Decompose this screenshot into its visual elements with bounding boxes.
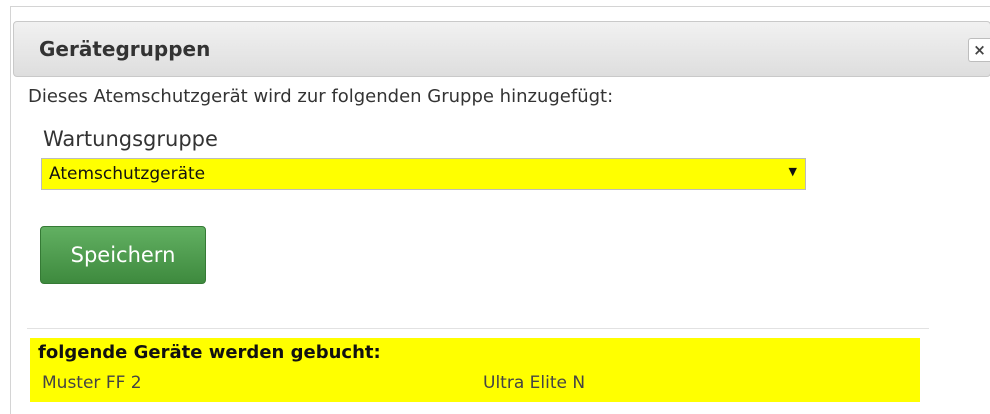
booking-heading: folgende Geräte werden gebucht:	[38, 342, 381, 363]
booking-section: folgende Geräte werden gebucht: Muster F…	[30, 338, 920, 402]
group-select-value: Atemschutzgeräte	[49, 164, 206, 184]
close-button[interactable]: ×	[968, 38, 990, 62]
intro-text: Dieses Atemschutzgerät wird zur folgende…	[28, 86, 614, 107]
dialog-title: Gerätegruppen	[39, 37, 211, 61]
divider	[27, 328, 929, 329]
chevron-down-icon: ▼	[788, 165, 797, 178]
dialog-titlebar: Gerätegruppen ×	[13, 21, 990, 77]
close-icon: ×	[973, 41, 986, 59]
booking-cell-model: Ultra Elite N	[483, 373, 586, 393]
group-select[interactable]: Atemschutzgeräte ▼	[41, 158, 806, 190]
save-button[interactable]: Speichern	[40, 226, 206, 284]
group-field-label: Wartungsgruppe	[43, 127, 218, 151]
booking-cell-device: Muster FF 2	[42, 373, 142, 393]
